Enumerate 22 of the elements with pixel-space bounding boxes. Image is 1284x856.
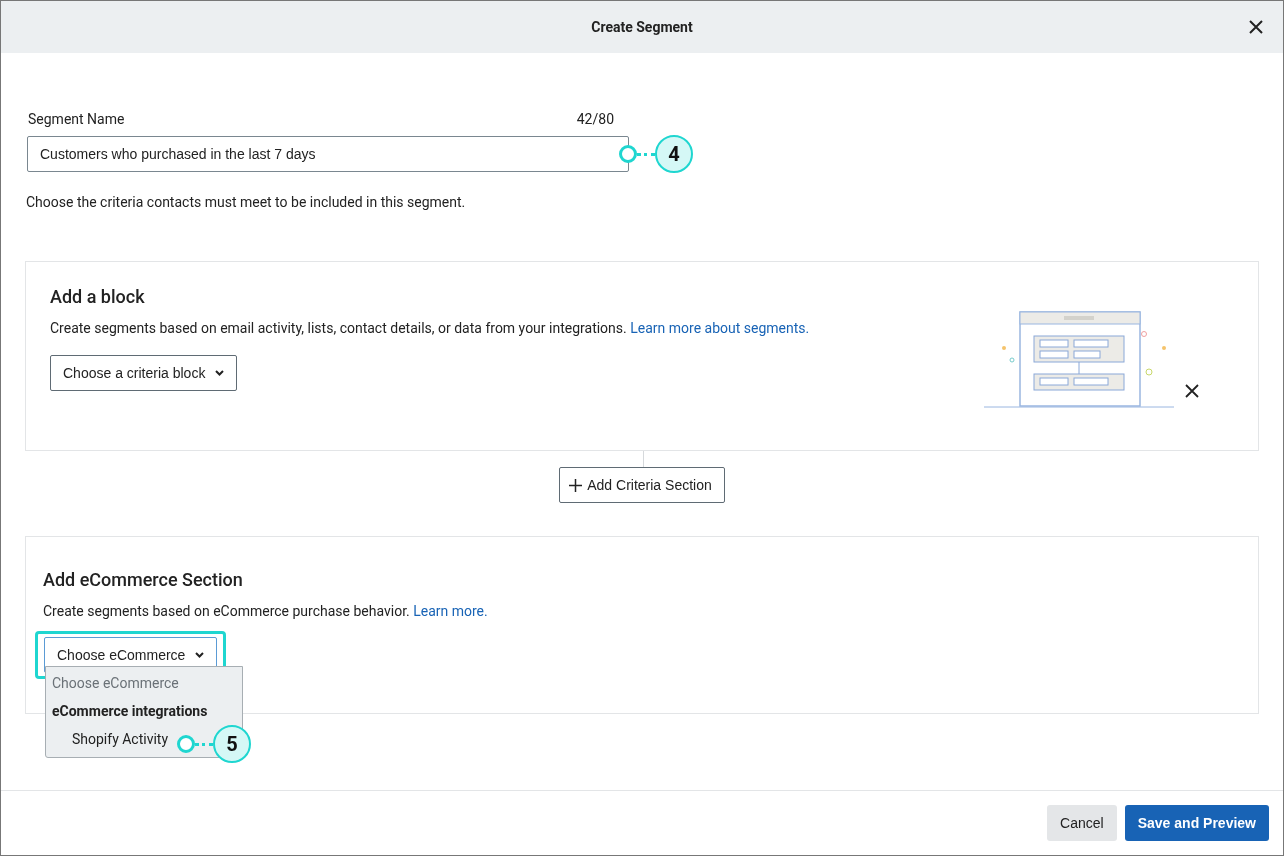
chevron-down-icon <box>195 652 205 658</box>
chevron-down-icon <box>215 370 225 376</box>
instructions-text: Choose the criteria contacts must meet to be included in this segment. <box>26 194 467 210</box>
field-label: Segment Name <box>28 111 125 127</box>
section-title: Add eCommerce Section <box>43 569 244 590</box>
segment-name-field[interactable]: Customers who purchased in the last 7 days <box>27 136 629 172</box>
plus-icon <box>569 478 583 492</box>
option-group-label: eCommerce integrations <box>51 702 209 721</box>
learn-more-link[interactable]: Learn more. <box>413 603 488 619</box>
cancel-button[interactable]: Cancel <box>1047 805 1117 841</box>
learn-more-link[interactable]: Learn more about segments. <box>630 320 810 336</box>
save-button[interactable]: Save and Preview <box>1124 805 1269 841</box>
character-counter: 42/80 <box>576 111 614 127</box>
section-description: Create segments based on eCommerce purchase behavior. Learn more. <box>43 603 489 619</box>
close-icon[interactable] <box>1248 19 1264 35</box>
close-icon[interactable] <box>1185 384 1199 398</box>
section-description: Create segments based on email activity, lists, contact details, or data from your integrations. Learn more about segments. <box>50 320 811 336</box>
dropdown-option[interactable]: Shopify Activity <box>46 725 175 753</box>
add-criteria-section-button[interactable]: Add Criteria Section <box>559 467 725 503</box>
section-title: Add a block <box>50 286 146 307</box>
criteria-block-select[interactable]: Choose a criteria block <box>50 355 238 391</box>
dialog-title: Create Segment <box>591 19 693 35</box>
